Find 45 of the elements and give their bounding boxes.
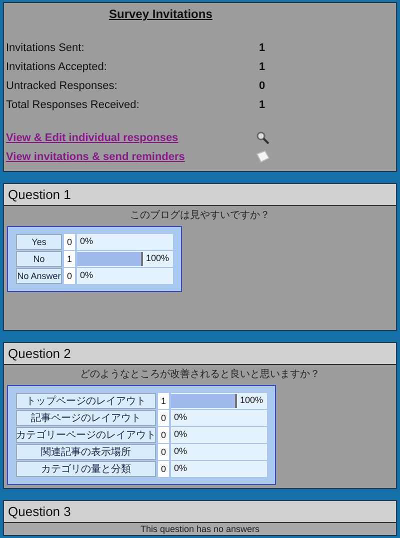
- question-header: Question 2: [4, 342, 396, 364]
- stat-value: 1: [259, 42, 266, 54]
- stat-label: Total Responses Received:: [6, 98, 140, 110]
- answer-count: 0: [64, 268, 75, 284]
- answer-label: 記事ページのレイアウト: [16, 410, 156, 426]
- answer-label: Yes: [16, 234, 62, 250]
- stat-label: Untracked Responses:: [6, 80, 118, 92]
- link[interactable]: View invitations & send reminders: [6, 150, 256, 162]
- magnifier-icon: [256, 130, 270, 144]
- answer-count: 0: [158, 426, 169, 442]
- answer-label: トップページのレイアウト: [16, 392, 156, 408]
- answer-count: 0: [158, 460, 169, 476]
- answer-percent: 0%: [174, 462, 188, 472]
- answer-percent: 100%: [240, 394, 264, 404]
- question-header: Question 3: [4, 501, 396, 523]
- answer-label: No Answer: [16, 268, 62, 284]
- result-bar: [77, 252, 143, 266]
- stat-label: Invitations Sent:: [6, 42, 86, 54]
- stat-label: Invitations Accepted:: [6, 60, 108, 72]
- answer-count: 0: [64, 234, 75, 250]
- stat-value: 1: [259, 98, 266, 110]
- answer-label: カテゴリの量と分類: [16, 460, 156, 476]
- question-header: Question 1: [4, 184, 396, 206]
- answer-label: No: [16, 251, 62, 267]
- answer-percent: 0%: [174, 412, 188, 422]
- answer-percent: 0%: [174, 446, 188, 456]
- result-bar: [171, 394, 237, 408]
- answer-percent: 0%: [80, 270, 94, 280]
- stat-value: 1: [259, 60, 266, 72]
- answer-percent: 0%: [174, 428, 188, 438]
- question-text: このブログは見やすいですか？: [129, 208, 271, 223]
- stat-value: 0: [259, 80, 266, 92]
- answer-percent: 100%: [146, 253, 170, 263]
- answer-count: 1: [64, 251, 75, 267]
- answer-count: 0: [158, 444, 169, 460]
- question-text: どのようなところが改善されると良いと思いますか？: [79, 368, 321, 382]
- link[interactable]: View & Edit individual responses: [6, 132, 256, 144]
- answer-count: 0: [158, 410, 169, 426]
- summary-title: Survey Invitations: [109, 7, 214, 21]
- answer-label: カテゴリーページのレイアウト: [16, 426, 156, 442]
- answer-percent: 0%: [80, 236, 94, 246]
- answer-label: 関連記事の表示場所: [16, 444, 156, 460]
- answer-count: 1: [158, 392, 169, 408]
- empty-note: This question has no answers: [4, 523, 396, 535]
- paper-icon: [256, 150, 270, 163]
